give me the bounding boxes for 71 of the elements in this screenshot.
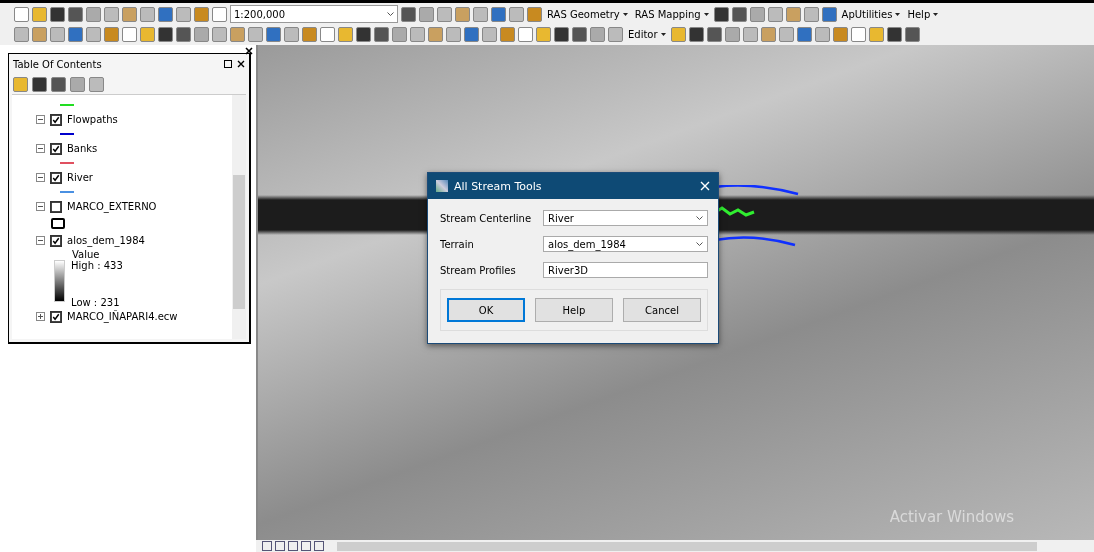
maximize-icon[interactable] <box>224 60 232 68</box>
layer-name[interactable]: Banks <box>67 143 98 154</box>
caret-icon <box>622 12 628 16</box>
collapse-icon[interactable] <box>36 202 45 211</box>
caret-icon <box>696 216 703 220</box>
tool-icon[interactable] <box>731 6 747 22</box>
layer-checkbox[interactable] <box>50 171 62 184</box>
tool-icon[interactable] <box>50 6 65 22</box>
layer-name[interactable]: MARCO_EXTERNO <box>67 201 157 212</box>
text-field[interactable]: River3D <box>543 262 708 278</box>
tool-icon[interactable] <box>158 26 173 42</box>
dropdown-field[interactable]: River <box>543 210 708 226</box>
layer-checkbox[interactable] <box>50 113 62 126</box>
dropdown-field[interactable]: alos_dem_1984 <box>543 236 708 252</box>
dialog-button[interactable]: Help <box>535 298 613 322</box>
dialog-button[interactable]: Cancel <box>623 298 701 322</box>
tool-icon[interactable] <box>32 76 47 92</box>
collapse-icon[interactable] <box>36 144 45 153</box>
dialog-title: All Stream Tools <box>454 179 543 193</box>
vertical-scrollbar[interactable] <box>232 95 246 339</box>
panel-title: Table Of Contents <box>13 58 102 70</box>
tool-icon[interactable] <box>572 26 587 42</box>
tool-icon[interactable] <box>374 26 389 42</box>
dialog-button[interactable]: OK <box>447 298 525 322</box>
menu-button[interactable]: Help <box>905 8 941 20</box>
tool-icon[interactable] <box>904 26 920 42</box>
collapse-icon[interactable] <box>36 173 45 182</box>
tool-icon[interactable] <box>51 76 66 92</box>
field-label: Terrain <box>440 238 475 250</box>
collapse-icon[interactable] <box>36 115 45 124</box>
menu-button[interactable]: RAS Geometry <box>545 8 630 20</box>
app-icon <box>436 180 448 192</box>
tool-icon[interactable] <box>68 6 83 22</box>
tool-icon[interactable] <box>356 26 371 42</box>
layer-name[interactable]: alos_dem_1984 <box>67 235 145 246</box>
caret-icon <box>933 12 939 16</box>
legend-title: Value <box>72 249 101 260</box>
editor-menu-button[interactable]: Editor <box>626 28 668 40</box>
layer-checkbox[interactable] <box>50 200 62 213</box>
caret-icon <box>703 12 709 16</box>
tool-icon[interactable] <box>886 26 902 42</box>
tool-icon[interactable] <box>713 6 729 22</box>
layer-name[interactable]: Flowpaths <box>67 114 118 125</box>
layer-name[interactable]: MARCO_IÑAPARI4.ecw <box>67 311 178 322</box>
field-label: Stream Centerline <box>440 212 533 224</box>
horizontal-scrollbar[interactable] <box>337 541 1037 551</box>
tool-icon[interactable] <box>688 26 704 42</box>
layer-checkbox[interactable] <box>50 234 62 247</box>
field-label: Stream Profiles <box>440 264 517 276</box>
close-icon[interactable] <box>245 47 253 55</box>
layer-name[interactable]: River <box>67 172 93 183</box>
scale-field[interactable]: 1:200,000 <box>230 5 398 23</box>
tool-icon[interactable] <box>176 26 191 42</box>
legend-box-icon <box>51 218 65 229</box>
menu-button[interactable]: ApUtilities <box>839 8 903 20</box>
caret-icon <box>895 12 901 16</box>
tool-icon[interactable] <box>706 26 722 42</box>
tool-icon[interactable] <box>554 26 569 42</box>
legend-low-label: Low : 231 <box>71 297 121 308</box>
collapse-icon[interactable] <box>36 236 45 245</box>
menu-button[interactable]: RAS Mapping <box>632 8 711 20</box>
caret-icon <box>696 242 703 246</box>
caret-icon <box>660 32 666 36</box>
layer-checkbox[interactable] <box>50 142 62 155</box>
caret-icon <box>387 12 394 16</box>
layer-checkbox[interactable] <box>50 310 62 323</box>
legend-high-label: High : 433 <box>71 260 123 271</box>
expand-icon[interactable] <box>36 312 45 321</box>
close-icon[interactable] <box>237 60 245 68</box>
tool-icon[interactable] <box>401 6 416 22</box>
color-ramp-icon <box>54 260 65 302</box>
